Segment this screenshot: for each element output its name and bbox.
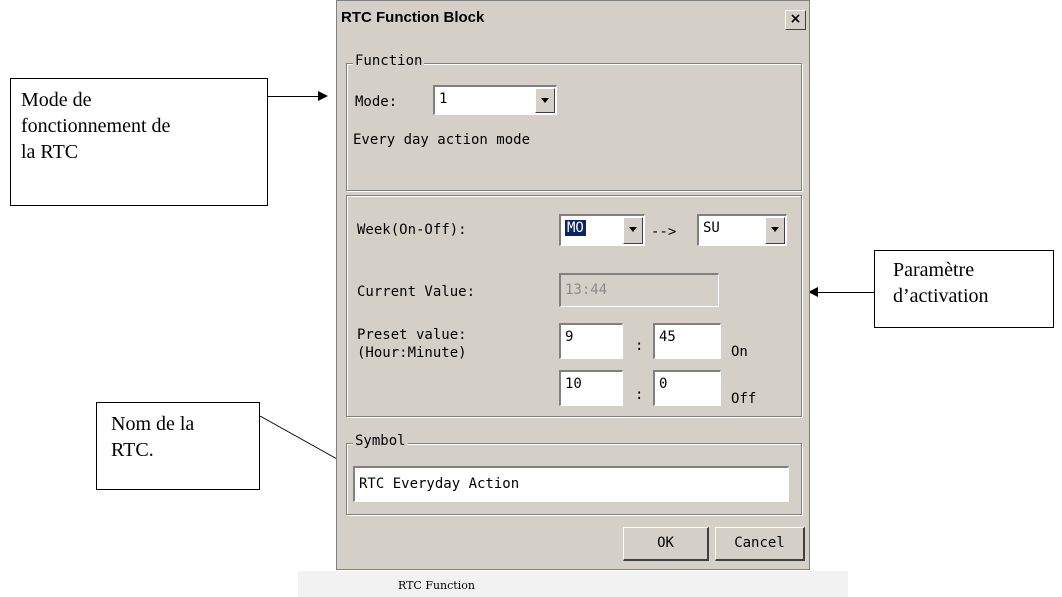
off-label: Off bbox=[731, 391, 757, 407]
ok-button[interactable]: OK bbox=[623, 527, 709, 561]
week-arrow: --> bbox=[651, 224, 677, 240]
preset-label-1: Preset value: bbox=[357, 327, 467, 343]
name-callout-line-2: RTC. bbox=[111, 439, 154, 461]
week-label: Week(On-Off): bbox=[357, 222, 467, 238]
on-minute-input[interactable]: 45 bbox=[653, 323, 721, 359]
mode-callout-line-1: Mode de bbox=[21, 89, 92, 111]
dialog-title: RTC Function Block bbox=[341, 9, 485, 26]
on-label: On bbox=[731, 344, 748, 360]
cancel-button[interactable]: Cancel bbox=[715, 527, 805, 561]
function-group bbox=[346, 63, 802, 191]
name-callout: Nom de la RTC. bbox=[96, 402, 260, 490]
week-to-select[interactable]: SU bbox=[697, 214, 787, 246]
param-callout: Paramètre d’activation bbox=[874, 250, 1054, 328]
name-callout-line-1: Nom de la bbox=[111, 413, 195, 435]
off-colon: : bbox=[635, 387, 644, 403]
close-button[interactable]: × bbox=[785, 10, 806, 30]
mode-callout-connector bbox=[268, 96, 320, 97]
rtc-function-dialog: RTC Function Block × Function Mode: 1 Ev… bbox=[336, 0, 810, 570]
close-icon: × bbox=[789, 11, 802, 27]
mode-label: Mode: bbox=[355, 94, 398, 110]
mode-select-value: 1 bbox=[439, 91, 448, 107]
mode-callout-line-3: la RTC bbox=[21, 141, 79, 163]
dialog-titlebar: RTC Function Block × bbox=[337, 1, 809, 35]
chevron-down-icon[interactable] bbox=[535, 88, 555, 113]
week-from-select[interactable]: MO bbox=[559, 214, 645, 246]
param-callout-connector bbox=[818, 292, 874, 293]
symbol-group-legend: Symbol bbox=[353, 433, 408, 449]
param-callout-line-2: d’activation bbox=[893, 285, 989, 307]
current-value-label: Current Value: bbox=[357, 284, 476, 300]
week-from-value: MO bbox=[565, 220, 586, 236]
mode-callout: Mode de fonctionnement de la RTC bbox=[10, 78, 268, 206]
chevron-down-icon[interactable] bbox=[765, 217, 785, 244]
caption-strip bbox=[298, 571, 848, 597]
param-callout-line-1: Paramètre bbox=[893, 259, 975, 281]
mode-callout-arrow-icon bbox=[318, 91, 328, 101]
chevron-down-icon[interactable] bbox=[623, 217, 643, 244]
symbol-input[interactable]: RTC Everyday Action bbox=[353, 466, 789, 502]
off-hour-input[interactable]: 10 bbox=[559, 370, 623, 406]
mode-callout-line-2: fonctionnement de bbox=[21, 115, 171, 137]
off-minute-input[interactable]: 0 bbox=[653, 370, 721, 406]
on-hour-input[interactable]: 9 bbox=[559, 323, 623, 359]
mode-description: Every day action mode bbox=[353, 132, 531, 148]
week-to-value: SU bbox=[703, 220, 720, 236]
figure-caption: RTC Function bbox=[398, 579, 475, 592]
on-colon: : bbox=[635, 338, 644, 354]
function-group-legend: Function bbox=[353, 53, 425, 69]
mode-select[interactable]: 1 bbox=[433, 85, 557, 115]
preset-label-2: (Hour:Minute) bbox=[357, 345, 467, 361]
current-value-field: 13:44 bbox=[559, 273, 719, 307]
